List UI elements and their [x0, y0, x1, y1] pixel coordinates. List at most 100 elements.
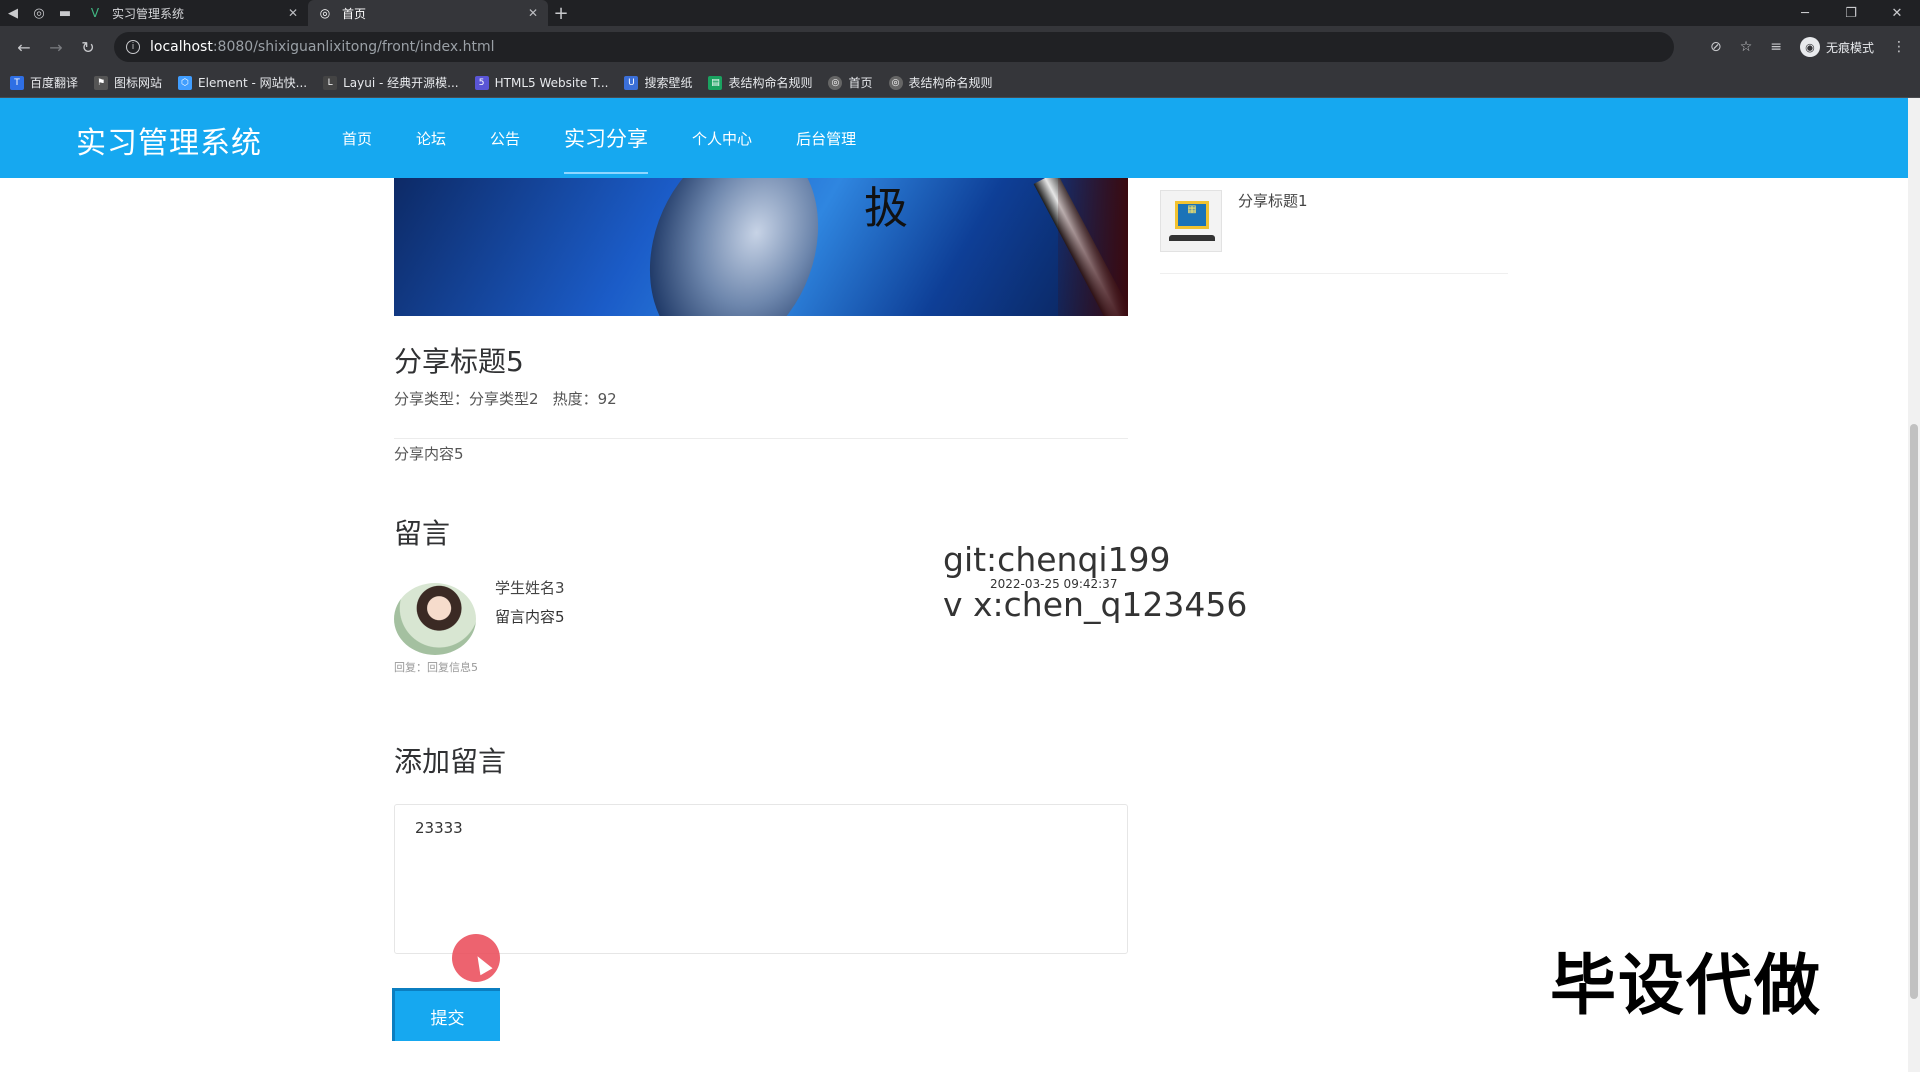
tab-title: 实习管理系统: [112, 6, 185, 21]
bookmark-label: 搜索壁纸: [644, 76, 693, 90]
nav-notice[interactable]: 公告: [468, 98, 542, 178]
nav-internship-share[interactable]: 实习分享: [542, 98, 670, 178]
divider: [1160, 273, 1508, 274]
bookmark-label: 图标网站: [114, 76, 163, 90]
main-nav: 首页 论坛 公告 实习分享 个人中心 后台管理: [320, 98, 878, 178]
bookmark-label: 首页: [848, 76, 873, 90]
nav-home[interactable]: 首页: [320, 98, 394, 178]
type-field: 分享类型：分享类型2: [394, 388, 539, 409]
type-value: 分享类型2: [469, 390, 539, 408]
info-icon[interactable]: i: [126, 40, 140, 54]
heat-field: 热度：92: [553, 388, 617, 409]
watermark-wechat: v x:chen_q123456: [943, 585, 1248, 624]
new-tab-button[interactable]: +: [548, 3, 574, 24]
nav-personal-center[interactable]: 个人中心: [670, 98, 774, 178]
bookmark-item[interactable]: L Layui - 经典开源模...: [323, 74, 459, 91]
add-message-title: 添加留言: [394, 745, 507, 778]
wallpaper-icon: U: [624, 75, 639, 90]
nav-forum[interactable]: 论坛: [394, 98, 468, 178]
bookmark-label: 表结构命名规则: [728, 76, 813, 90]
reload-button[interactable]: ↻: [72, 31, 104, 63]
reading-list-icon[interactable]: ≡: [1770, 39, 1782, 55]
close-icon[interactable]: ✕: [528, 6, 538, 20]
incognito-badge[interactable]: ◉ 无痕模式: [1799, 37, 1874, 57]
heat-value: 92: [597, 390, 617, 408]
messages-title: 留言: [394, 517, 451, 550]
bookmark-item[interactable]: U 搜索壁纸: [624, 74, 692, 91]
thumbnail-base: [1169, 235, 1215, 241]
url-field[interactable]: i localhost :8080/shixiguanlixitong/fron…: [114, 32, 1674, 62]
message-content: 留言内容5: [495, 608, 565, 626]
bookmark-label: Element - 网站快...: [198, 76, 308, 90]
watermark-ad: 毕设代做: [1550, 947, 1822, 1024]
close-window-icon[interactable]: ✕: [1874, 6, 1920, 21]
bookmarks-bar: T 百度翻译 ⚑ 图标网站 ⬡ Element - 网站快... L Layui - 经…: [0, 68, 1920, 98]
eye-off-icon[interactable]: ⊘: [1710, 39, 1722, 55]
globe-icon: ◎: [828, 75, 843, 90]
restore-icon[interactable]: ❐: [1828, 6, 1874, 21]
bookmark-label: 百度翻译: [30, 76, 79, 90]
incognito-label: 无痕模式: [1825, 40, 1874, 55]
sheet-icon: ▤: [708, 75, 723, 90]
bookmark-item[interactable]: T 百度翻译: [10, 74, 78, 91]
back-button[interactable]: ←: [8, 31, 40, 63]
cover-shape: [621, 178, 847, 316]
detail-title: 分享标题5: [394, 345, 524, 378]
globe-icon: ◎: [888, 75, 903, 90]
bookmark-item[interactable]: ▤ 表结构命名规则: [708, 74, 812, 91]
bookmark-label: HTML5 Website T...: [494, 75, 609, 90]
browser-tab-active[interactable]: ◎ 首页 ✕: [308, 0, 548, 26]
close-icon[interactable]: ✕: [288, 6, 298, 20]
url-host: localhost: [150, 39, 213, 55]
bookmark-item[interactable]: ◎ 表结构命名规则: [888, 74, 993, 91]
html5-icon: 5: [474, 75, 489, 90]
cover-glyph: 扱: [864, 183, 908, 234]
incognito-icon: ◉: [1799, 37, 1820, 57]
element-icon: ⬡: [178, 75, 193, 90]
detail-content: 分享内容5: [394, 445, 464, 463]
speaker-icon[interactable]: ◀: [0, 0, 26, 26]
layui-icon: L: [323, 75, 338, 90]
bookmark-item[interactable]: 5 HTML5 Website T...: [474, 75, 609, 90]
forward-button[interactable]: →: [40, 31, 72, 63]
bookmark-label: Layui - 经典开源模...: [343, 76, 459, 90]
related-title[interactable]: 分享标题1: [1238, 190, 1308, 211]
vue-icon: V: [90, 6, 100, 20]
message-author: 学生姓名3: [495, 579, 565, 597]
address-bar: ← → ↻ i localhost :8080/shixiguanlixiton…: [0, 26, 1920, 68]
site-header: 实习管理系统 首页 论坛 公告 实习分享 个人中心 后台管理: [0, 98, 1908, 178]
url-path: :8080/shixiguanlixitong/front/index.html: [212, 39, 495, 55]
detail-meta: 分享类型：分享类型2 热度：92: [394, 388, 617, 409]
nav-admin[interactable]: 后台管理: [774, 98, 878, 178]
menu-icon[interactable]: ⋮: [1892, 39, 1906, 55]
browser-tab-bar: ◀ ◎ ▬ V 实习管理系统 ✕ ◎ 首页 ✕ + ─ ❐ ✕: [0, 0, 1920, 26]
bookmark-item[interactable]: ⚑ 图标网站: [94, 74, 162, 91]
globe-icon[interactable]: ◎: [26, 0, 52, 26]
baidu-translate-icon: T: [10, 75, 24, 90]
related-thumbnail[interactable]: ▦: [1160, 190, 1222, 252]
submit-button[interactable]: 提交: [392, 988, 500, 1041]
type-label: 分享类型：: [394, 390, 470, 408]
detail-cover-image: 扱: [394, 178, 1128, 316]
bookmark-label: 表结构命名规则: [908, 76, 993, 90]
bookmark-item[interactable]: ◎ 首页: [828, 74, 873, 91]
scrollbar-thumb[interactable]: [1910, 424, 1918, 999]
page-scrollbar[interactable]: [1908, 98, 1920, 1072]
bookmark-item[interactable]: ⬡ Element - 网站快...: [178, 74, 307, 91]
message-textarea[interactable]: [394, 804, 1128, 954]
star-icon[interactable]: ☆: [1740, 39, 1753, 55]
divider: [394, 438, 1128, 439]
message-reply: 回复：回复信息5: [394, 661, 478, 674]
avatar: [394, 583, 476, 655]
cover-shade: [1058, 178, 1128, 316]
minimize-icon[interactable]: ─: [1782, 6, 1828, 21]
watermark-git: git:chenqi199: [943, 540, 1171, 579]
heat-label: 热度：: [552, 390, 598, 408]
flag-icon: ⚑: [94, 75, 109, 90]
news-board-icon: ▦: [1175, 201, 1209, 229]
site-logo[interactable]: 实习管理系统: [76, 118, 262, 162]
browser-tab[interactable]: V 实习管理系统 ✕: [78, 0, 308, 26]
globe-icon: ◎: [319, 6, 331, 20]
tab-title: 首页: [342, 6, 367, 21]
window-icon[interactable]: ▬: [52, 0, 78, 26]
